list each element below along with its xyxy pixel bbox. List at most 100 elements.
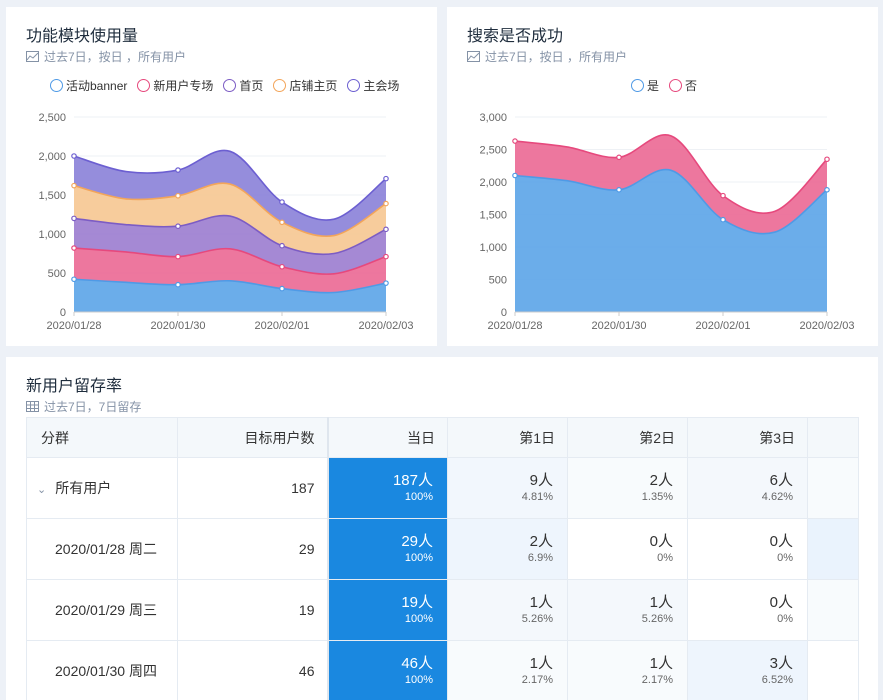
data-point [383, 280, 389, 286]
x-tick-label: 2020/02/03 [799, 320, 854, 332]
card-subtitle: 过去7日，7日留存 [26, 398, 141, 415]
retention-cell [807, 579, 859, 641]
y-tick-label: 1,500 [479, 210, 507, 222]
y-tick-label: 0 [60, 307, 66, 319]
x-tick-label: 2020/02/01 [695, 320, 750, 332]
card-subtitle-text: 过去7日，7日留存 [44, 400, 142, 414]
data-point [279, 285, 285, 292]
search-success-card: 搜索是否成功 过去7日，按日 ，所有用户 是 否 0 500 1,000 1,500 2… [447, 7, 878, 346]
retention-cell[interactable]: 6人 4.62% [687, 457, 808, 519]
retention-cell [807, 518, 859, 580]
target-users-cell: 187 [177, 457, 329, 519]
y-tick-label: 500 [48, 268, 66, 280]
retention-cell[interactable]: 1人 5.26% [567, 579, 688, 641]
retention-cell[interactable]: 1人 2.17% [447, 640, 568, 700]
data-point [71, 182, 77, 189]
x-tick-label: 2020/02/01 [254, 320, 309, 332]
x-tick-label: 2020/01/30 [591, 320, 646, 332]
target-users-cell: 29 [177, 518, 329, 580]
card-title: 新用户留存率 [26, 378, 123, 395]
group-cell[interactable]: ⌄ 所有用户 [26, 457, 178, 519]
data-point [512, 138, 518, 144]
retention-cell [807, 640, 859, 700]
data-point [616, 187, 622, 193]
data-point [279, 242, 285, 249]
data-point [512, 172, 518, 179]
column-header-day1[interactable]: 第1日 [447, 417, 568, 458]
retention-cell[interactable]: 9人 4.81% [447, 457, 568, 519]
table-icon [26, 401, 39, 412]
column-header-more [807, 417, 859, 458]
retention-cell[interactable]: 2人 1.35% [567, 457, 688, 519]
y-tick-label: 2,000 [38, 151, 66, 163]
target-users-cell: 46 [177, 640, 329, 700]
table-header-row: 分群 目标用户数 当日 第1日 第2日 第3日 [26, 417, 859, 458]
group-cell: 2020/01/28 周二 [26, 518, 178, 580]
y-tick-label: 2,000 [479, 177, 507, 189]
retention-cell[interactable]: 1人 5.26% [447, 579, 568, 641]
y-tick-label: 2,500 [38, 112, 66, 124]
data-point [175, 223, 181, 230]
data-point [383, 175, 389, 182]
column-header-day2[interactable]: 第2日 [567, 417, 688, 458]
data-point [720, 216, 726, 223]
search-success-chart: 0 500 1,000 1,500 2,000 2,500 3,000 2020/01/28 2… [479, 112, 854, 332]
column-header-day0[interactable]: 当日 [327, 417, 448, 458]
column-header-day3[interactable]: 第3日 [687, 417, 808, 458]
column-header-target-users[interactable]: 目标用户数 [177, 417, 329, 458]
data-point [383, 200, 389, 207]
data-point [279, 219, 285, 226]
retention-cell[interactable]: 0人 0% [567, 518, 688, 580]
x-tick-label: 2020/01/30 [150, 320, 205, 332]
retention-cell[interactable]: 1人 2.17% [567, 640, 688, 700]
y-tick-label: 1,500 [38, 190, 66, 202]
retention-cell[interactable]: 187人 100% [327, 457, 448, 519]
y-tick-label: 3,000 [479, 112, 507, 124]
retention-table: 分群 目标用户数 当日 第1日 第2日 第3日 ⌄ 所有用户 187 187人 10… [26, 417, 859, 700]
module-usage-card: 功能模块使用量 过去7日，按日 ，所有用户 活动banner 新用户专场 首页 … [6, 7, 437, 346]
data-point [616, 154, 622, 161]
data-point [824, 187, 830, 193]
table-row: ⌄ 所有用户 187 187人 100% 9人 4.81% 2人 1.35% 6人 4.6… [26, 457, 859, 519]
data-point [71, 215, 77, 222]
data-point [71, 153, 77, 159]
column-header-group[interactable]: 分群 [26, 417, 178, 458]
y-tick-label: 2,500 [479, 145, 507, 157]
data-point [175, 281, 181, 288]
data-point [279, 199, 285, 205]
retention-cell[interactable]: 0人 0% [687, 579, 808, 641]
data-point [720, 192, 726, 199]
retention-cell[interactable]: 0人 0% [687, 518, 808, 580]
group-cell: 2020/01/29 周三 [26, 579, 178, 641]
retention-cell[interactable]: 29人 100% [327, 518, 448, 580]
target-users-cell: 19 [177, 579, 329, 641]
area-series [515, 169, 827, 312]
table-row: 2020/01/28 周二 29 29人 100% 2人 6.9% 0人 0% 0人 0… [26, 518, 859, 580]
retention-cell[interactable]: 2人 6.9% [447, 518, 568, 580]
retention-cell[interactable]: 3人 6.52% [687, 640, 808, 700]
y-tick-label: 0 [501, 307, 507, 319]
y-tick-label: 1,000 [479, 242, 507, 254]
group-label: 所有用户 [55, 480, 112, 496]
data-point [824, 156, 830, 163]
data-point [175, 253, 181, 260]
data-point [71, 245, 77, 251]
y-tick-label: 1,000 [38, 229, 66, 241]
module-usage-chart: 0 500 1,000 1,500 2,000 2,500 2020/01/28 2020/0… [38, 112, 413, 332]
retention-cell[interactable]: 19人 100% [327, 579, 448, 641]
data-point [175, 192, 181, 199]
data-point [383, 226, 389, 233]
data-point [71, 276, 77, 283]
data-point [279, 263, 285, 270]
retention-cell [807, 457, 859, 519]
x-tick-label: 2020/02/03 [358, 320, 413, 332]
data-point [383, 253, 389, 260]
x-tick-label: 2020/01/28 [46, 320, 101, 332]
table-row: 2020/01/29 周三 19 19人 100% 1人 5.26% 1人 5.26%… [26, 579, 859, 641]
table-row: 2020/01/30 周四 46 46人 100% 1人 2.17% 1人 2.17%… [26, 640, 859, 700]
chevron-down-icon[interactable]: ⌄ [37, 483, 46, 496]
retention-cell[interactable]: 46人 100% [327, 640, 448, 700]
y-tick-label: 500 [489, 275, 507, 287]
x-tick-label: 2020/01/28 [487, 320, 542, 332]
data-point [175, 167, 181, 173]
